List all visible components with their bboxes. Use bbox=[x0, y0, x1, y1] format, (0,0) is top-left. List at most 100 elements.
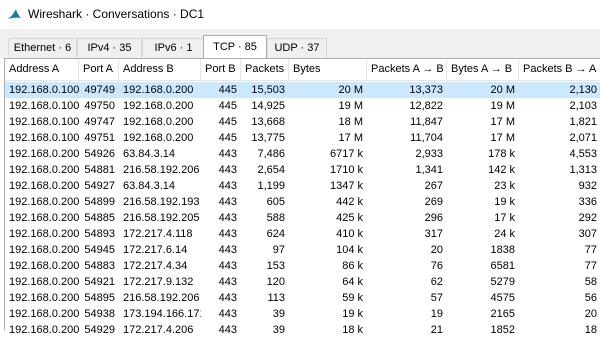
cell-address-b: 63.84.3.14 bbox=[123, 148, 175, 160]
cell-address-b: 172.217.4.206 bbox=[123, 324, 194, 336]
table-row[interactable]: 192.168.0.200 54893 172.217.4.118 443 624 410… bbox=[5, 226, 600, 242]
cell-bytes: 19 M bbox=[338, 100, 363, 112]
column-header-address-b[interactable]: Address B bbox=[119, 59, 201, 80]
table-row[interactable]: 192.168.0.200 54938 173.194.166.171 443 39 19… bbox=[5, 306, 600, 322]
table-row[interactable]: 192.168.0.200 54927 63.84.3.14 443 1,199 1347… bbox=[5, 178, 600, 194]
cell-bytes: 64 k bbox=[342, 276, 363, 288]
cell-address-b: 173.194.166.171 bbox=[123, 308, 201, 320]
cell-bytes-a-b: 5279 bbox=[490, 276, 515, 288]
table-row[interactable]: 192.168.0.200 54899 216.58.192.193 443 605 44… bbox=[5, 194, 600, 210]
cell-address-a: 192.168.0.100 bbox=[9, 116, 79, 128]
cell-packets: 15,503 bbox=[251, 84, 285, 96]
table-row[interactable]: 192.168.0.200 54929 172.217.4.206 443 39 18 k… bbox=[5, 322, 600, 338]
cell-packets-a-b: 13,373 bbox=[409, 84, 443, 96]
tab-ethernet[interactable]: Ethernet · 6 bbox=[8, 38, 77, 57]
cell-port-b: 443 bbox=[218, 228, 237, 240]
column-header-packets-b-a[interactable]: Packets B → A bbox=[519, 59, 600, 80]
cell-bytes-a-b: 1838 bbox=[490, 244, 515, 256]
cell-address-b: 216.58.192.206 bbox=[123, 164, 200, 176]
cell-port-b: 443 bbox=[218, 196, 237, 208]
cell-port-b: 443 bbox=[218, 324, 237, 336]
cell-packets-a-b: 296 bbox=[424, 212, 443, 224]
cell-packets-b-a: 4,553 bbox=[569, 148, 597, 160]
cell-address-a: 192.168.0.100 bbox=[9, 84, 79, 96]
cell-address-b: 172.217.4.118 bbox=[123, 228, 193, 240]
cell-address-b: 172.217.4.34 bbox=[123, 260, 188, 272]
tab-ipv4[interactable]: IPv4 · 35 bbox=[77, 38, 142, 57]
cell-address-a: 192.168.0.200 bbox=[9, 292, 79, 304]
cell-packets: 39 bbox=[272, 308, 285, 320]
title-bar: Wireshark · Conversations · DC1 bbox=[0, 0, 600, 29]
cell-address-b: 172.217.9.132 bbox=[123, 276, 194, 288]
table-row[interactable]: 192.168.0.100 49751 192.168.0.200 445 13,775… bbox=[5, 130, 600, 146]
table-row[interactable]: 192.168.0.100 49749 192.168.0.200 445 15,503… bbox=[5, 82, 600, 98]
cell-address-a: 192.168.0.200 bbox=[9, 228, 79, 240]
column-header-packets-a-b[interactable]: Packets A → B bbox=[367, 59, 447, 80]
cell-packets-b-a: 336 bbox=[578, 196, 597, 208]
table-row[interactable]: 192.168.0.200 54945 172.217.6.14 443 97 104 k… bbox=[5, 242, 600, 258]
cell-packets-a-b: 19 bbox=[430, 308, 443, 320]
cell-packets-a-b: 267 bbox=[424, 180, 443, 192]
cell-address-b: 216.58.192.205 bbox=[123, 212, 200, 224]
cell-packets: 14,925 bbox=[251, 100, 285, 112]
cell-packets-a-b: 11,704 bbox=[410, 132, 443, 144]
cell-packets-b-a: 932 bbox=[578, 180, 597, 192]
wireshark-fin-icon bbox=[6, 6, 22, 22]
cell-packets: 1,199 bbox=[257, 180, 285, 192]
cell-packets-b-a: 292 bbox=[578, 212, 597, 224]
cell-port-b: 443 bbox=[218, 292, 237, 304]
tab-udp[interactable]: UDP · 37 bbox=[267, 38, 327, 57]
column-header-packets[interactable]: Packets bbox=[241, 59, 289, 80]
cell-address-a: 192.168.0.200 bbox=[9, 260, 79, 272]
cell-bytes-a-b: 2165 bbox=[490, 308, 515, 320]
cell-address-a: 192.168.0.200 bbox=[9, 276, 79, 288]
cell-port-a: 49751 bbox=[84, 132, 115, 144]
cell-bytes: 1710 k bbox=[329, 164, 363, 176]
table-row[interactable]: 192.168.0.200 54926 63.84.3.14 443 7,486 6717… bbox=[5, 146, 600, 162]
cell-port-a: 54938 bbox=[84, 308, 115, 320]
cell-packets-a-b: 12,822 bbox=[409, 100, 443, 112]
cell-packets-b-a: 2,103 bbox=[569, 100, 597, 112]
cell-address-a: 192.168.0.200 bbox=[9, 308, 79, 320]
tab-tcp[interactable]: TCP · 85 bbox=[203, 35, 267, 58]
table-row[interactable]: 192.168.0.200 54921 172.217.9.132 443 120 64 … bbox=[5, 274, 600, 290]
cell-port-b: 443 bbox=[218, 212, 237, 224]
cell-bytes-a-b: 20 M bbox=[490, 84, 515, 96]
table-row[interactable]: 192.168.0.200 54885 216.58.192.205 443 588 42… bbox=[5, 210, 600, 226]
cell-port-b: 445 bbox=[218, 116, 237, 128]
cell-address-a: 192.168.0.200 bbox=[9, 244, 79, 256]
cell-packets-b-a: 58 bbox=[584, 276, 597, 288]
table-row[interactable]: 192.168.0.100 49747 192.168.0.200 445 13,668… bbox=[5, 114, 600, 130]
cell-port-b: 443 bbox=[218, 276, 237, 288]
cell-port-a: 54945 bbox=[84, 244, 115, 256]
table-row[interactable]: 192.168.0.200 54883 172.217.4.34 443 153 86 k… bbox=[5, 258, 600, 274]
cell-packets-b-a: 77 bbox=[584, 260, 597, 272]
cell-address-a: 192.168.0.200 bbox=[9, 180, 79, 192]
cell-bytes: 18 k bbox=[342, 324, 363, 336]
table-row[interactable]: 192.168.0.100 49750 192.168.0.200 445 14,925… bbox=[5, 98, 600, 114]
cell-port-a: 49749 bbox=[84, 84, 115, 96]
column-header-bytes-a-b[interactable]: Bytes A → B bbox=[447, 59, 519, 80]
cell-port-a: 54883 bbox=[84, 260, 115, 272]
column-header-port-b[interactable]: Port B bbox=[201, 59, 241, 80]
cell-bytes-a-b: 24 k bbox=[494, 228, 515, 240]
cell-packets-a-b: 20 bbox=[430, 244, 443, 256]
cell-address-a: 192.168.0.100 bbox=[9, 100, 79, 112]
table-header: Address A Port A Address B Port B Packet… bbox=[5, 59, 600, 81]
cell-bytes-a-b: 178 k bbox=[488, 148, 515, 160]
column-header-port-a[interactable]: Port A bbox=[79, 59, 119, 80]
column-header-address-a[interactable]: Address A bbox=[5, 59, 79, 80]
cell-bytes: 19 k bbox=[342, 308, 363, 320]
table-row[interactable]: 192.168.0.200 54881 216.58.192.206 443 2,654… bbox=[5, 162, 600, 178]
cell-port-a: 54881 bbox=[84, 164, 115, 176]
cell-port-a: 54921 bbox=[84, 276, 115, 288]
cell-packets-a-b: 2,933 bbox=[415, 148, 443, 160]
cell-address-b: 192.168.0.200 bbox=[123, 132, 194, 144]
cell-packets-a-b: 269 bbox=[424, 196, 443, 208]
table-row[interactable]: 192.168.0.200 54895 216.58.192.206 443 113 59… bbox=[5, 290, 600, 306]
cell-bytes-a-b: 142 k bbox=[488, 164, 515, 176]
tab-ipv6[interactable]: IPv6 · 1 bbox=[142, 38, 205, 57]
cell-bytes: 442 k bbox=[336, 196, 363, 208]
tab-strip: Ethernet · 6 IPv4 · 35 IPv6 · 1 TCP · 85… bbox=[0, 29, 600, 59]
column-header-bytes[interactable]: Bytes bbox=[289, 59, 367, 80]
